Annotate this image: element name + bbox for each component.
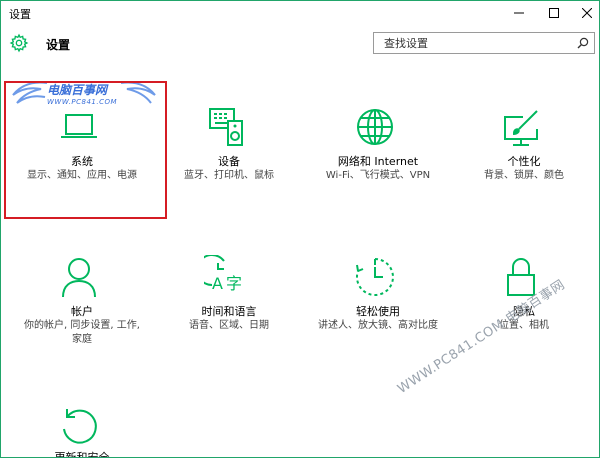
tile-ease-of-access[interactable]: 轻松使用 讲述人、放大镜、高对比度 — [303, 255, 453, 365]
minimize-icon — [514, 12, 524, 14]
tile-label: 时间和语言 — [201, 305, 257, 318]
gear-icon — [9, 33, 29, 53]
person-icon — [62, 258, 96, 298]
search-box[interactable] — [373, 32, 595, 54]
personalization-icon — [504, 110, 538, 146]
window-title: 设置 — [9, 8, 31, 21]
ease-of-access-icon — [355, 258, 394, 296]
tile-label: 个性化 — [507, 155, 541, 168]
highlight-box — [4, 81, 167, 219]
search-icon[interactable] — [577, 37, 589, 49]
tile-description: 背景、锁屏、颜色 — [484, 170, 564, 181]
time-language-icon: A 字 — [204, 255, 242, 293]
svg-text:A: A — [212, 274, 223, 293]
tile-label: 帐户 — [71, 305, 93, 318]
update-security-icon — [63, 409, 97, 444]
tile-description: 你的帐户, 同步设置, 工作, 家庭 — [24, 320, 140, 345]
tile-accounts[interactable]: 帐户 你的帐户, 同步设置, 工作, 家庭 — [7, 255, 157, 365]
tile-devices[interactable]: 设备 蓝牙、打印机、鼠标 — [154, 105, 304, 215]
settings-window: 设置 设置 查找设置 电脑百事网 WWW.PC841.COM 系统 显示、通知、… — [0, 0, 600, 458]
globe-icon — [357, 109, 393, 145]
tile-time-language[interactable]: A 字 时间和语言 语音、区域、日期 — [154, 255, 304, 365]
close-icon — [582, 8, 592, 18]
svg-text:字: 字 — [226, 274, 242, 293]
settings-header: 设置 — [1, 29, 599, 59]
tile-network[interactable]: 网络和 Internet Wi-Fi、飞行模式、VPN — [303, 105, 453, 215]
devices-icon — [209, 108, 243, 146]
tile-description: 蓝牙、打印机、鼠标 — [184, 170, 274, 181]
close-button[interactable] — [569, 1, 599, 25]
tile-label: 轻松使用 — [356, 305, 400, 318]
tile-description: 讲述人、放大镜、高对比度 — [318, 320, 438, 331]
tile-label: 网络和 Internet — [337, 155, 419, 168]
tile-description: Wi-Fi、飞行模式、VPN — [325, 170, 431, 181]
search-input[interactable] — [374, 33, 584, 53]
minimize-button[interactable] — [501, 1, 537, 25]
tile-label: 更新和安全 — [54, 451, 110, 458]
maximize-button[interactable] — [536, 1, 572, 25]
tile-personalization[interactable]: 个性化 背景、锁屏、颜色 — [449, 105, 599, 215]
page-title: 设置 — [46, 38, 71, 52]
tile-label: 设备 — [218, 155, 240, 168]
maximize-icon — [549, 8, 559, 18]
tile-description: 语音、区域、日期 — [189, 320, 269, 331]
tile-update-security[interactable]: 更新和安全 — [7, 403, 157, 458]
title-bar[interactable]: 设置 — [1, 1, 599, 25]
